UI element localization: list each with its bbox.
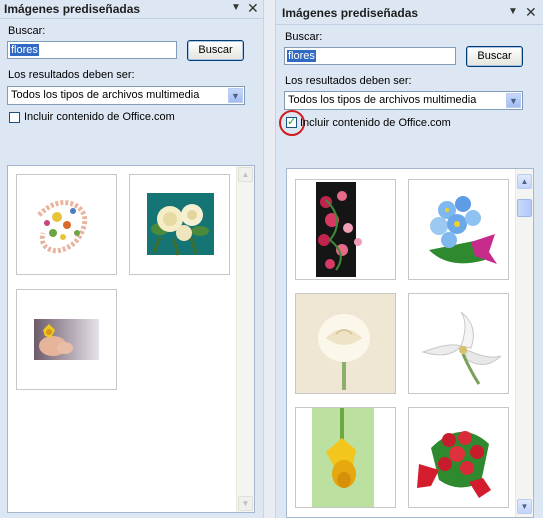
results-list[interactable]: ▲ ▼ bbox=[286, 168, 534, 518]
clipart-thumbnail[interactable] bbox=[16, 289, 117, 390]
hands-flower-image bbox=[34, 319, 99, 360]
pane-header: Imágenes prediseñadas ▼ ✕ bbox=[276, 4, 543, 25]
media-type-select[interactable]: Todos los tipos de archivos multimedia ▼ bbox=[7, 86, 245, 105]
media-type-value: Todos los tipos de archivos multimedia bbox=[11, 89, 200, 101]
chevron-down-icon[interactable]: ▼ bbox=[506, 93, 521, 108]
clipart-thumbnail[interactable] bbox=[295, 179, 396, 280]
clipart-thumbnail[interactable] bbox=[408, 407, 509, 508]
floral-vine-image bbox=[316, 182, 362, 277]
scroll-thumb[interactable] bbox=[517, 199, 532, 217]
search-label: Buscar: bbox=[8, 25, 46, 37]
search-input-value: flores bbox=[287, 50, 316, 62]
pane-divider bbox=[263, 0, 276, 518]
clipart-thumbnail[interactable] bbox=[295, 407, 396, 508]
search-input[interactable]: flores bbox=[7, 41, 177, 59]
white-roses-image bbox=[147, 193, 214, 256]
media-type-select[interactable]: Todos los tipos de archivos multimedia ▼ bbox=[284, 91, 523, 110]
clipart-thumbnail[interactable] bbox=[295, 293, 396, 394]
yellow-daffodil-image bbox=[312, 408, 374, 507]
search-button[interactable]: Buscar bbox=[466, 46, 523, 67]
clipart-thumbnail[interactable] bbox=[129, 174, 230, 275]
clipart-pane-left: Imágenes prediseñadas ▼ ✕ Buscar: flores… bbox=[0, 0, 263, 518]
results-type-label: Los resultados deben ser: bbox=[8, 69, 135, 81]
results-list[interactable]: ▲ ▼ bbox=[7, 165, 255, 513]
white-lily-image bbox=[421, 311, 502, 385]
results-type-label: Los resultados deben ser: bbox=[285, 75, 412, 87]
clipart-pane-right: Imágenes prediseñadas ▼ ✕ Buscar: flores… bbox=[276, 0, 543, 518]
scroll-down-button[interactable]: ▼ bbox=[517, 499, 532, 514]
include-office-label[interactable]: Incluir contenido de Office.com bbox=[300, 117, 451, 129]
clipart-thumbnail[interactable] bbox=[408, 179, 509, 280]
search-input[interactable]: flores bbox=[284, 47, 456, 65]
check-icon: ✓ bbox=[287, 116, 297, 128]
scroll-up-button[interactable]: ▲ bbox=[238, 167, 253, 182]
scroll-up-button[interactable]: ▲ bbox=[517, 174, 532, 189]
clipart-thumbnail[interactable] bbox=[16, 174, 117, 275]
include-office-checkbox[interactable]: ✓ bbox=[286, 116, 297, 128]
pane-header: Imágenes prediseñadas ▼ ✕ bbox=[0, 0, 263, 19]
close-pane-icon[interactable]: ✕ bbox=[247, 0, 259, 17]
clipart-thumbnail[interactable] bbox=[408, 293, 509, 394]
include-office-label[interactable]: Incluir contenido de Office.com bbox=[24, 111, 175, 123]
white-rose-image bbox=[296, 294, 395, 393]
search-input-value: flores bbox=[10, 44, 39, 56]
pane-menu-dropdown-icon[interactable]: ▼ bbox=[231, 2, 241, 13]
chevron-down-icon[interactable]: ▼ bbox=[228, 88, 243, 103]
pane-title: Imágenes prediseñadas bbox=[282, 6, 419, 20]
include-office-checkbox[interactable] bbox=[9, 112, 20, 123]
results-scrollbar[interactable]: ▲ ▼ bbox=[515, 169, 533, 517]
search-label: Buscar: bbox=[285, 31, 323, 43]
pane-menu-dropdown-icon[interactable]: ▼ bbox=[508, 6, 518, 17]
search-button[interactable]: Buscar bbox=[187, 40, 244, 61]
pane-title: Imágenes prediseñadas bbox=[4, 2, 141, 16]
floral-border-image bbox=[37, 200, 88, 254]
media-type-value: Todos los tipos de archivos multimedia bbox=[288, 94, 477, 106]
close-pane-icon[interactable]: ✕ bbox=[525, 4, 537, 21]
results-scrollbar[interactable]: ▲ ▼ bbox=[236, 166, 254, 512]
blue-bouquet-image bbox=[429, 196, 497, 264]
red-rose-bouquet-image bbox=[417, 431, 491, 498]
scroll-down-button[interactable]: ▼ bbox=[238, 496, 253, 511]
